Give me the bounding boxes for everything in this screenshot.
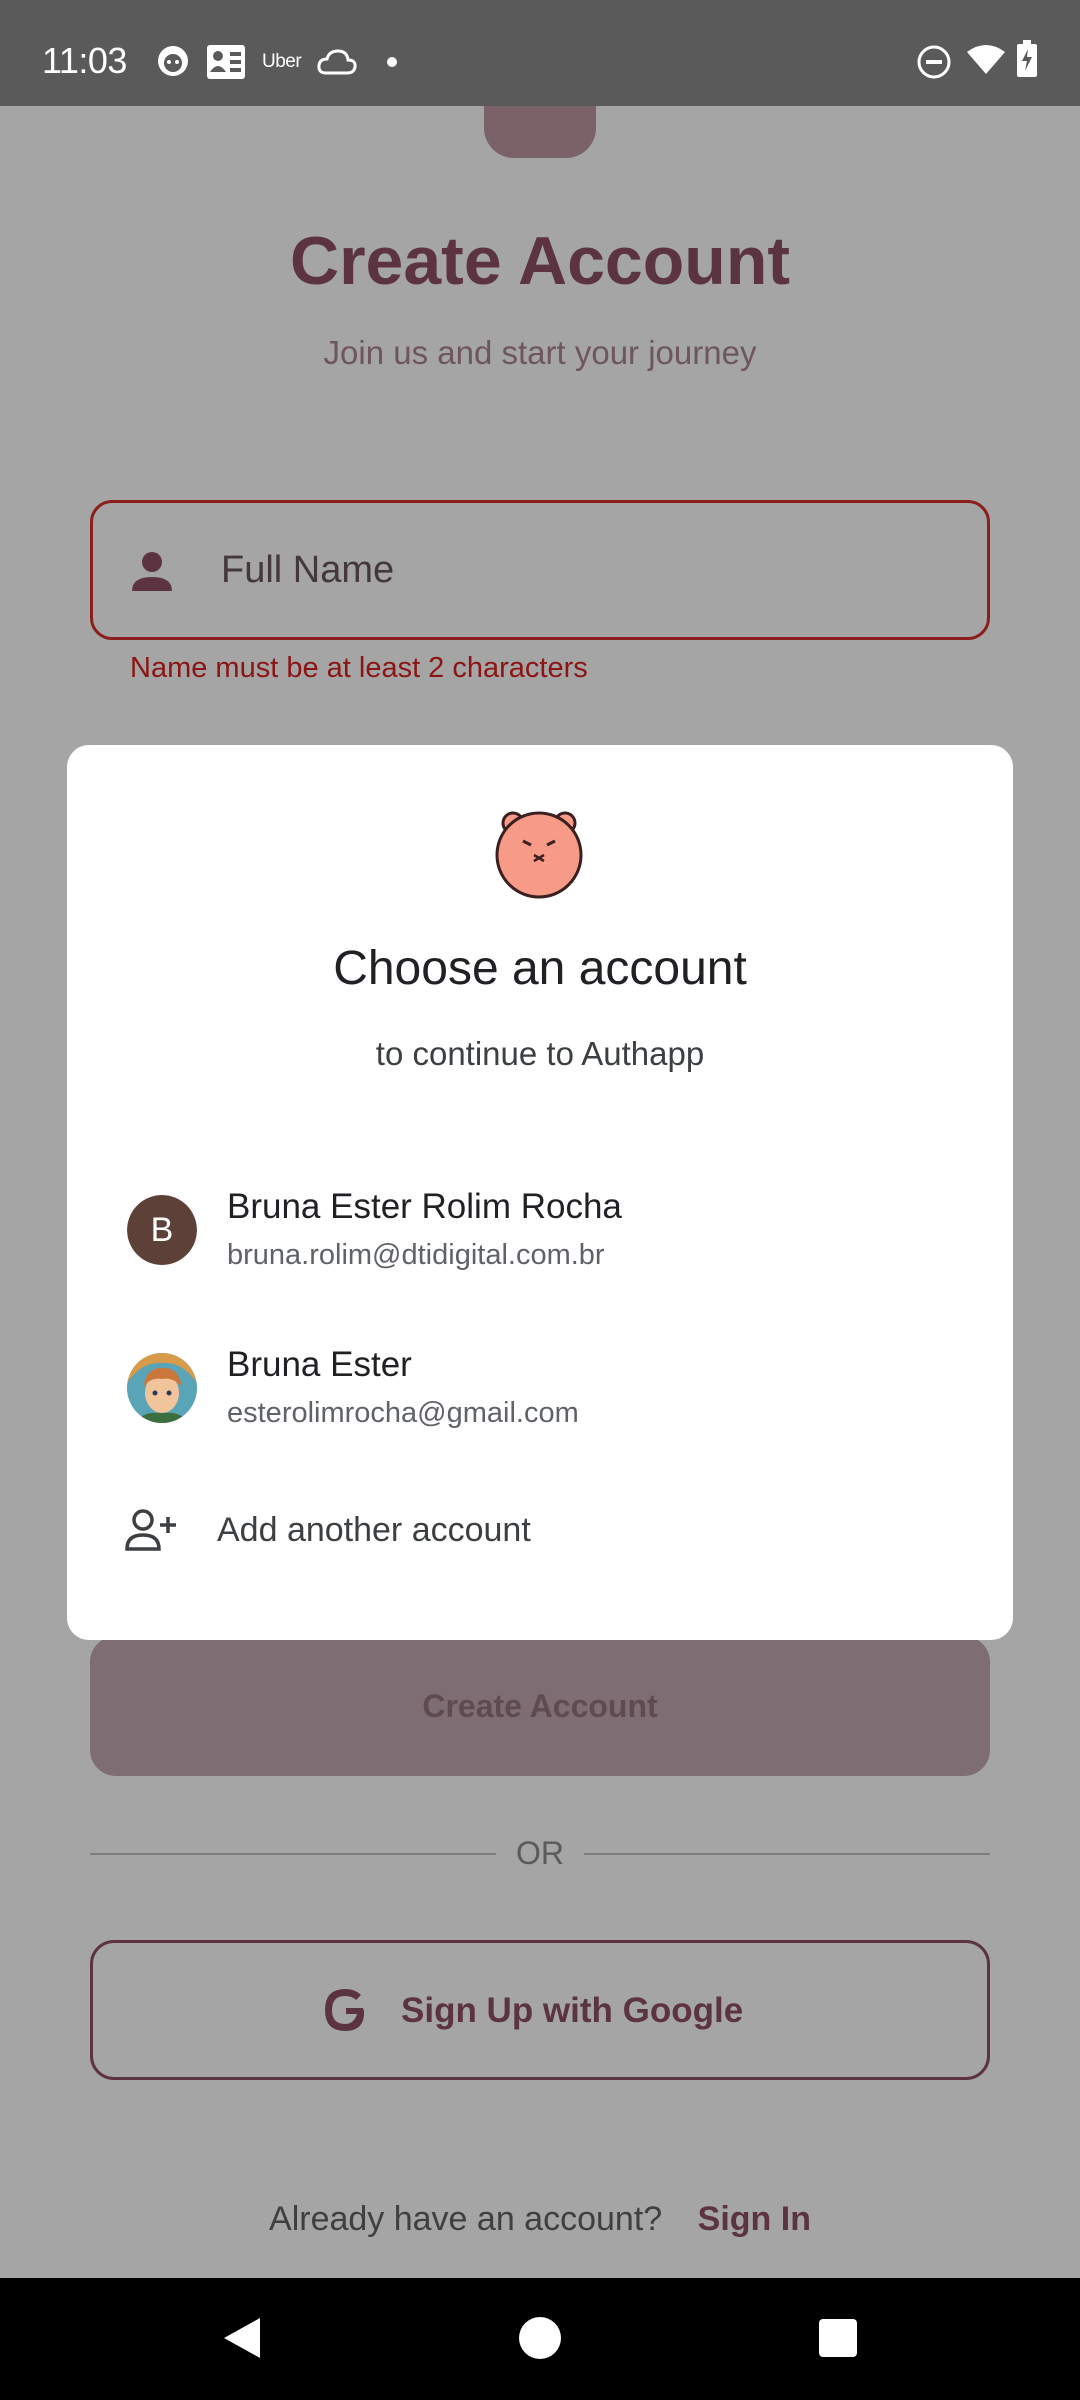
account-email: bruna.rolim@dtidigital.com.br (227, 1239, 605, 1271)
google-signup-label: Sign Up with Google (401, 1991, 744, 2030)
avatar-letter: B (127, 1195, 197, 1265)
google-icon (325, 1989, 365, 2031)
bear-logo-icon (495, 811, 583, 899)
dialog-title: Choose an account (333, 942, 747, 995)
navigation-bar (0, 2278, 1080, 2400)
account-email: esterolimrocha@gmail.com (227, 1397, 579, 1429)
signin-prompt: Already have an account? (269, 2200, 663, 2238)
name-error-message: Name must be at least 2 characters (130, 652, 588, 684)
divider-line-right (584, 1853, 990, 1855)
avatar: B (127, 1195, 197, 1265)
status-bar: 11:03 Uber (0, 0, 1080, 106)
divider-line-left (90, 1853, 496, 1855)
recents-icon[interactable] (818, 2318, 858, 2358)
or-text: OR (516, 1835, 564, 1871)
avatar (127, 1353, 197, 1423)
app-logo-partial (484, 106, 596, 158)
account-item[interactable]: Bruna Ester esterolimrocha@gmail.com (67, 1323, 1013, 1453)
do-not-disturb-icon (917, 45, 951, 79)
full-name-placeholder: Full Name (221, 549, 395, 591)
uber-icon: Uber (262, 51, 302, 72)
profile-photo-icon (127, 1353, 197, 1423)
full-name-field[interactable]: Full Name (90, 500, 990, 640)
person-icon (132, 552, 172, 591)
or-divider: OR (90, 1833, 990, 1873)
add-another-account-label: Add another account (217, 1511, 531, 1549)
account-chooser-dialog: Choose an account to continue to Authapp… (67, 745, 1013, 1640)
signin-row: Already have an account? Sign In (0, 2200, 1080, 2239)
status-time: 11:03 (42, 40, 127, 81)
dot-icon (387, 57, 397, 67)
dialog-subtitle: to continue to Authapp (375, 1035, 705, 1072)
cloud-icon (317, 49, 357, 75)
account-item[interactable]: B Bruna Ester Rolim Rocha bruna.rolim@dt… (67, 1165, 1013, 1295)
page-title: Create Account (289, 223, 791, 299)
google-signup-button[interactable]: Sign Up with Google (90, 1940, 990, 2080)
signin-link[interactable]: Sign In (698, 2200, 811, 2238)
page-subtitle: Join us and start your journey (323, 334, 757, 371)
account-name: Bruna Ester (227, 1345, 412, 1384)
home-icon[interactable] (518, 2316, 562, 2360)
game-icon (158, 46, 188, 76)
create-account-button[interactable]: Create Account (90, 1636, 990, 1776)
back-icon[interactable] (222, 2316, 262, 2360)
wifi-icon (967, 45, 1005, 74)
account-name: Bruna Ester Rolim Rocha (227, 1187, 622, 1226)
battery-charging-icon (1017, 40, 1037, 77)
add-person-icon (125, 1509, 176, 1551)
contacts-card-icon (207, 45, 245, 79)
add-another-account-button[interactable]: Add another account (67, 1485, 1013, 1575)
